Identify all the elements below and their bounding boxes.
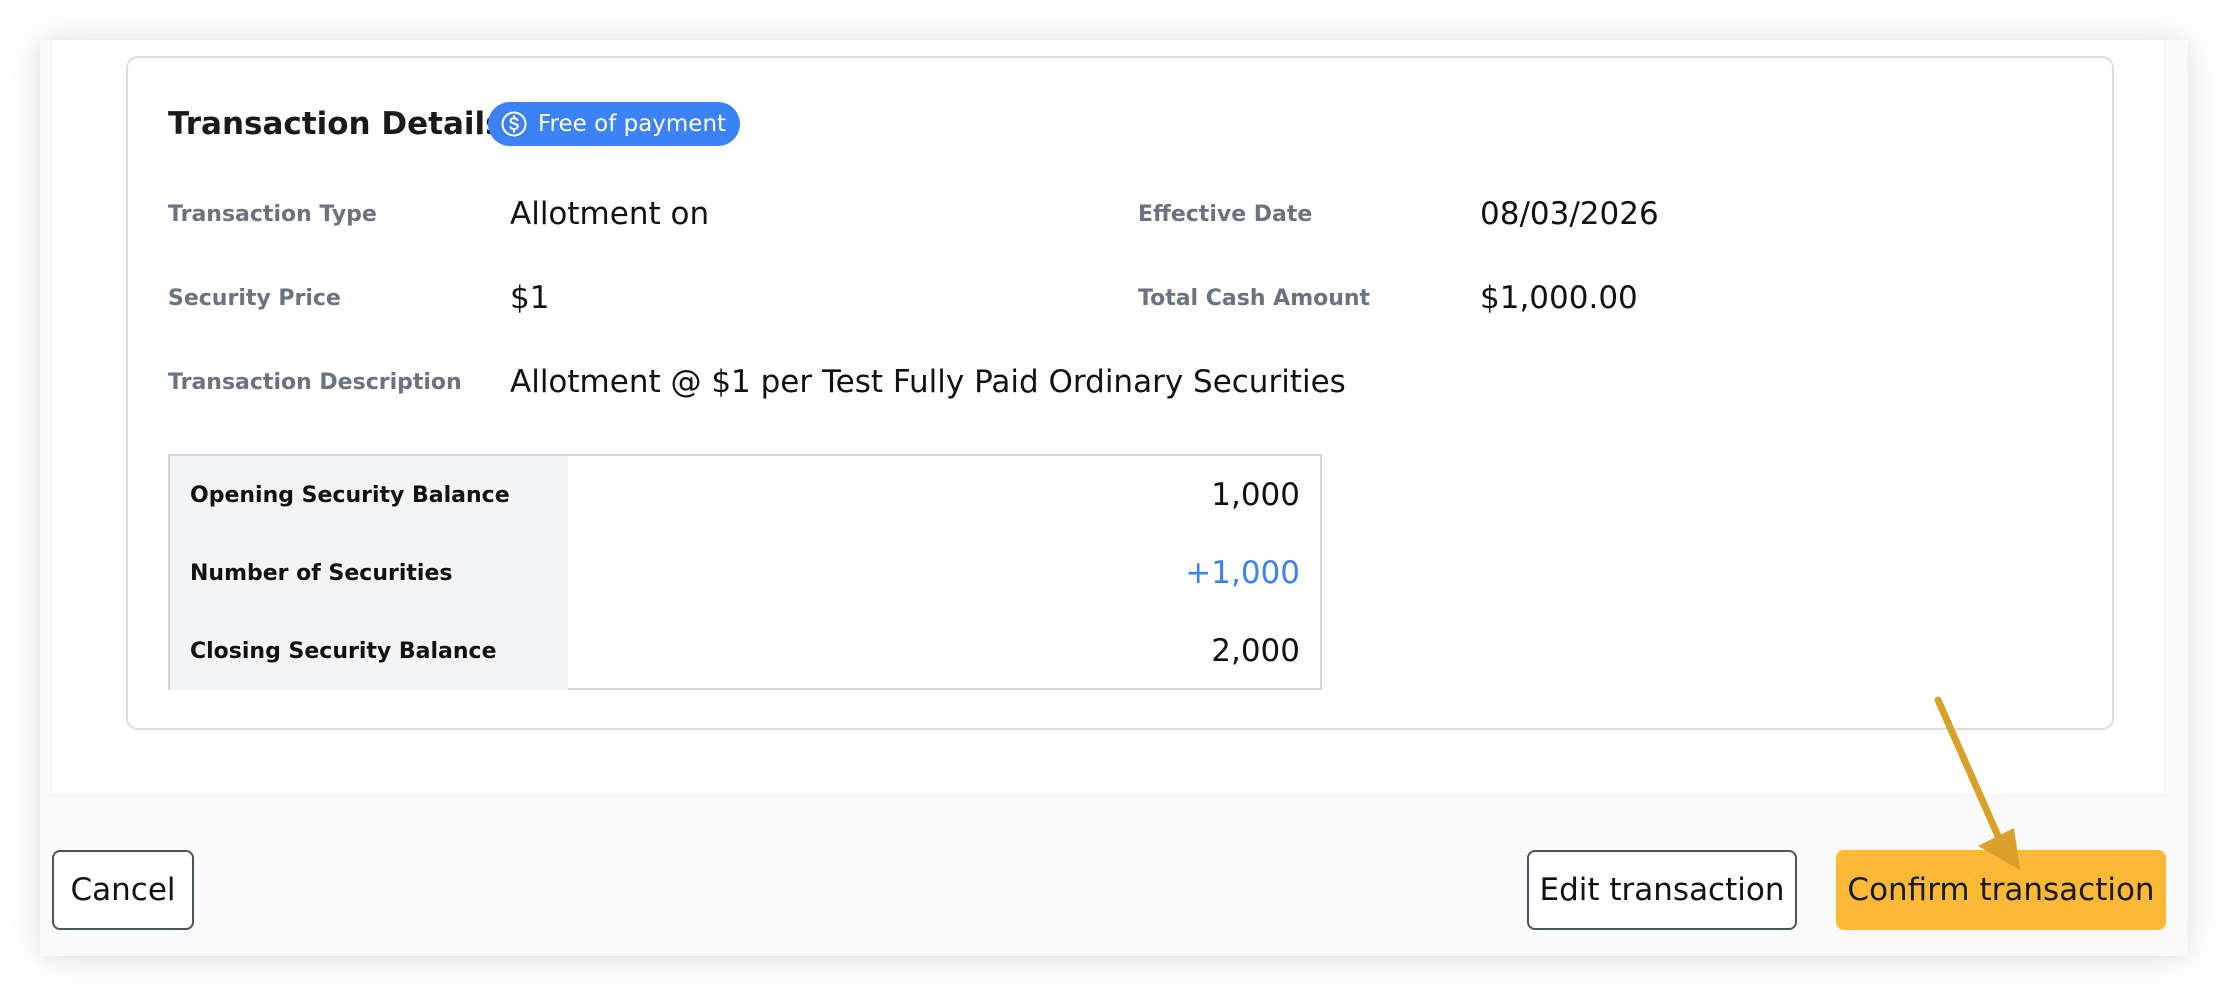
effective-date-label: Effective Date	[1138, 202, 1313, 227]
security-price-value: $1	[510, 280, 550, 316]
badge-label: Free of payment	[538, 111, 727, 137]
total-cash-amount-value: $1,000.00	[1480, 280, 1638, 316]
security-price-label: Security Price	[168, 286, 341, 311]
opening-balance-row: Opening Security Balance 1,000	[170, 456, 1320, 534]
number-of-securities-label: Number of Securities	[170, 534, 568, 612]
opening-balance-value: 1,000	[1211, 477, 1300, 513]
dollar-circle-icon	[501, 111, 527, 137]
free-of-payment-badge: Free of payment	[488, 102, 741, 146]
number-of-securities-row: Number of Securities +1,000	[170, 534, 1320, 612]
transaction-details-card: Transaction Details Free of payment Tran…	[126, 56, 2114, 730]
card-title: Transaction Details	[168, 106, 504, 142]
annotation-arrow-icon	[1934, 696, 2020, 870]
closing-balance-label: Closing Security Balance	[170, 612, 568, 690]
opening-balance-label: Opening Security Balance	[170, 456, 568, 534]
transaction-description-label: Transaction Description	[168, 370, 462, 395]
cancel-button[interactable]: Cancel	[52, 850, 194, 930]
number-of-securities-value: +1,000	[1185, 555, 1300, 591]
security-balance-table: Opening Security Balance 1,000 Number of…	[168, 454, 1322, 690]
edit-transaction-button[interactable]: Edit transaction	[1527, 850, 1797, 930]
transaction-type-label: Transaction Type	[168, 202, 377, 227]
closing-balance-row: Closing Security Balance 2,000	[170, 612, 1320, 690]
content-panel: Transaction Details Free of payment Tran…	[52, 40, 2164, 794]
total-cash-amount-label: Total Cash Amount	[1138, 286, 1371, 311]
app-frame: Transaction Details Free of payment Tran…	[40, 40, 2188, 956]
closing-balance-value: 2,000	[1211, 633, 1300, 669]
transaction-description-value: Allotment @ $1 per Test Fully Paid Ordin…	[510, 364, 1346, 400]
transaction-type-value: Allotment on	[510, 196, 710, 232]
effective-date-value: 08/03/2026	[1480, 196, 1659, 232]
